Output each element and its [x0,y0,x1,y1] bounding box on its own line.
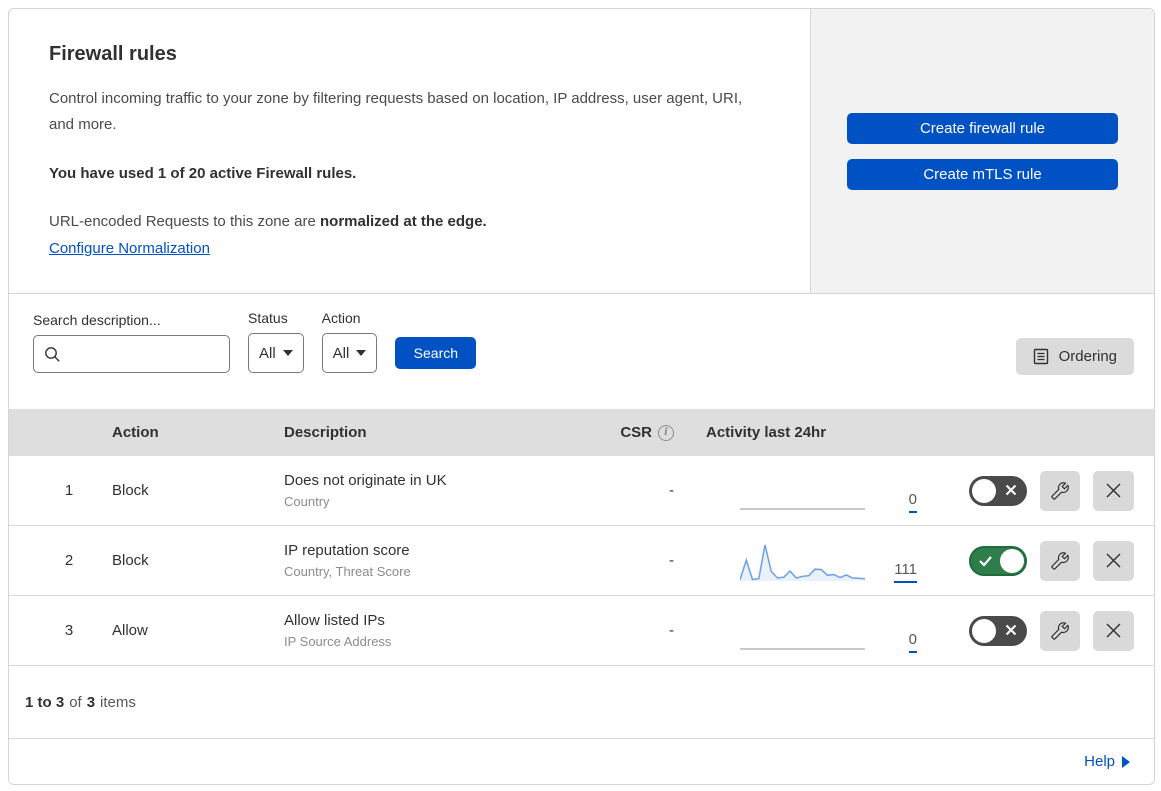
normalization-text-bold: normalized at the edge. [320,212,487,230]
rule-index: 1 [64,482,74,499]
help-link-label: Help [1084,753,1115,770]
x-icon [1005,484,1017,495]
close-icon [1106,553,1121,568]
edit-rule-button[interactable] [1040,540,1080,581]
rule-fields: Country, Threat Score [284,564,411,579]
delete-rule-button[interactable] [1093,470,1134,511]
rule-fields: IP Source Address [284,634,392,649]
table-row: 1 Block Does not originate in UK Country… [9,456,1154,526]
wrench-icon [1051,551,1069,570]
search-input[interactable] [69,345,219,363]
csr-header-label: CSR [620,424,652,441]
rule-description: Does not originate in UK [284,472,447,489]
header-content: Firewall rules Control incoming traffic … [9,9,810,293]
normalization-text-regular: URL-encoded Requests to this zone are [49,212,316,230]
rule-enabled-toggle[interactable] [969,545,1027,576]
page-title: Firewall rules [49,43,177,65]
wrench-icon [1051,621,1069,640]
configure-normalization-link[interactable]: Configure Normalization [49,240,210,257]
pagination-items: items [100,693,136,711]
edit-rule-button[interactable] [1040,470,1080,511]
rule-enabled-toggle[interactable] [969,615,1027,646]
search-input-box[interactable] [33,335,230,373]
search-icon [44,346,61,363]
delete-rule-button[interactable] [1093,540,1134,581]
search-label: Search description... [33,312,161,328]
rule-index: 3 [64,622,74,639]
firewall-rules-card: Firewall rules Control incoming traffic … [8,8,1155,785]
activity-count-link[interactable]: 111 [894,561,917,583]
activity-sparkline [740,609,865,653]
action-label: Action [321,310,361,326]
rule-description: Allow listed IPs [284,612,385,629]
toggle-knob [972,618,996,643]
pagination-of: of [69,693,82,711]
close-icon [1106,623,1121,638]
create-mtls-rule-button[interactable]: Create mTLS rule [847,159,1118,190]
toggle-knob [972,478,996,503]
rule-csr-value: - [669,552,674,569]
help-link[interactable]: Help [1084,753,1130,770]
table-header: Action Description CSR i Activity last 2… [9,409,1154,456]
search-button[interactable]: Search [395,337,477,369]
pagination-total: 3 [86,693,96,711]
help-section: Help [9,739,1154,784]
rule-description: IP reputation score [284,542,410,559]
pagination-summary: 1 to 3 of 3 items [9,666,1154,739]
rule-action: Block [112,482,149,499]
column-header-csr: CSR i [601,424,684,441]
activity-sparkline [740,469,865,513]
arrow-right-icon [1122,755,1130,768]
rule-action: Block [112,552,149,569]
rule-fields: Country [284,494,330,509]
wrench-icon [1051,481,1069,500]
table-row: 2 Block IP reputation score Country, Thr… [9,526,1154,596]
x-icon [1005,624,1017,635]
delete-rule-button[interactable] [1093,610,1134,651]
column-header-description: Description [284,424,367,441]
create-firewall-rule-button[interactable]: Create firewall rule [847,113,1118,144]
status-label: Status [248,310,288,326]
action-dropdown-value: All [332,344,350,362]
check-icon [979,555,992,567]
rule-csr-value: - [669,622,674,639]
close-icon [1106,483,1121,498]
rule-enabled-toggle[interactable] [969,475,1027,506]
activity-sparkline [740,539,865,583]
rule-action: Allow [112,622,148,639]
status-dropdown-value: All [259,344,276,362]
ordering-list-icon [1033,348,1049,365]
normalization-text: URL-encoded Requests to this zone are no… [49,210,770,234]
ordering-button[interactable]: Ordering [1015,338,1134,375]
filter-section: Search description... Status All Action [9,294,1154,409]
pagination-range: 1 to 3 [25,693,65,711]
activity-count-link[interactable]: 0 [908,491,917,513]
chevron-down-icon [356,350,367,356]
ordering-button-label: Ordering [1058,348,1117,365]
table-row: 3 Allow Allow listed IPs IP Source Addre… [9,596,1154,666]
column-header-action: Action [112,424,159,441]
rule-index: 2 [64,552,74,569]
usage-summary: You have used 1 of 20 active Firewall ru… [49,164,357,182]
action-dropdown[interactable]: All [321,333,378,373]
header-actions-panel: Create firewall rule Create mTLS rule [810,9,1154,293]
header-section: Firewall rules Control incoming traffic … [9,9,1154,294]
status-dropdown[interactable]: All [248,333,304,373]
toggle-knob [1000,548,1024,573]
column-header-activity: Activity last 24hr [706,424,827,441]
header-description: Control incoming traffic to your zone by… [49,90,743,134]
activity-count-link[interactable]: 0 [908,631,917,653]
chevron-down-icon [282,350,293,356]
rule-csr-value: - [669,482,674,499]
edit-rule-button[interactable] [1040,610,1080,651]
info-icon[interactable]: i [658,424,674,441]
